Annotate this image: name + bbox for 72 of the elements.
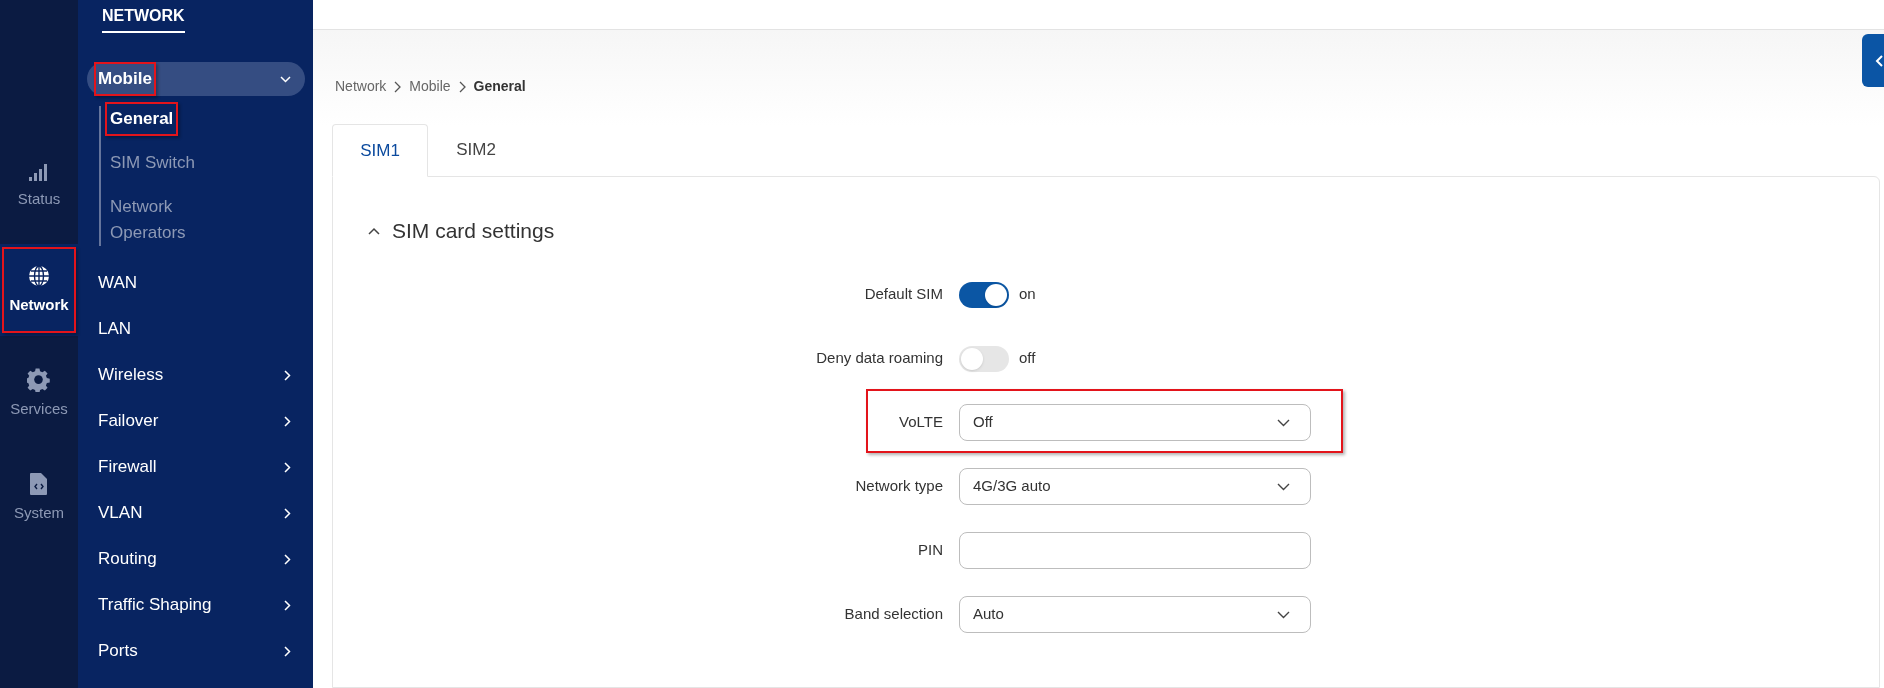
nav-item-label: Wireless [98, 364, 164, 387]
nav-section-title: NETWORK [102, 4, 185, 33]
toggle-switch[interactable] [959, 281, 1009, 308]
chevron-down-icon [1277, 482, 1290, 491]
nav-subitem[interactable]: General [110, 106, 174, 132]
chevron-right-icon [284, 507, 291, 519]
chevron-down-icon [1277, 418, 1290, 427]
nav-item[interactable]: WAN [87, 266, 305, 300]
tab[interactable]: SIM2 [428, 123, 524, 176]
field-label: PIN [917, 540, 944, 561]
rail-item[interactable]: Services [0, 348, 78, 440]
field-label: Default SIM [863, 284, 944, 305]
nav-item[interactable]: Routing [87, 542, 305, 576]
input-field[interactable] [959, 532, 1311, 569]
signal-bars-icon [28, 161, 50, 182]
breadcrumb-current: General [473, 77, 526, 96]
toggle-switch[interactable] [959, 345, 1009, 372]
chevron-left-icon [1875, 54, 1883, 67]
chevron-right-icon [284, 415, 291, 427]
chevron-right-icon [284, 369, 291, 381]
chevron-right-icon [284, 553, 291, 565]
nav-item-label: Routing [98, 548, 157, 571]
chevron-down-icon [1277, 610, 1290, 619]
field-label: Network type [854, 476, 944, 497]
toggle-state-text: off [1019, 348, 1036, 369]
rail-item-label: Status [17, 188, 61, 209]
chevron-right-icon [458, 80, 466, 93]
chevron-down-icon [280, 75, 291, 83]
nav-item-label: Traffic Shaping [98, 594, 212, 617]
nav-item-label: Firewall [98, 456, 157, 479]
chevron-right-icon [284, 599, 291, 611]
tab[interactable]: SIM1 [332, 124, 428, 177]
nav-item-label: Mobile [98, 68, 152, 91]
field-label: Deny data roaming [815, 348, 944, 369]
dropdown-field[interactable]: Auto [959, 596, 1311, 633]
field-label: VoLTE [898, 412, 944, 433]
toggle-state-text: on [1019, 284, 1036, 305]
nav-item[interactable]: Wireless [87, 358, 305, 392]
nav-item[interactable]: LAN [87, 312, 305, 346]
breadcrumb-link[interactable]: Mobile [409, 76, 451, 97]
nav-item-label: Failover [98, 410, 159, 433]
globe-icon [27, 263, 51, 288]
rail-item-label: Network [9, 294, 69, 315]
nav-item-label: VLAN [98, 502, 143, 525]
breadcrumb-link[interactable]: Network [335, 76, 387, 97]
rail-item-label: Services [10, 398, 68, 419]
nav-subitem[interactable]: Network Operators [110, 194, 220, 246]
section-title: SIM card settings [392, 218, 555, 244]
file-code-icon [29, 471, 49, 496]
gear-icon [27, 367, 51, 392]
collapse-panel-button[interactable] [1862, 34, 1884, 87]
chevron-right-icon [284, 645, 291, 657]
nav-item[interactable]: Traffic Shaping [87, 588, 305, 622]
nav-item-label: Ports [98, 640, 138, 663]
dropdown-field[interactable]: 4G/3G auto [959, 468, 1311, 505]
nav-item-label: WAN [98, 272, 138, 295]
nav-item[interactable]: Ports [87, 634, 305, 668]
nav-item[interactable]: VLAN [87, 496, 305, 530]
nav-item[interactable]: Firewall [87, 450, 305, 484]
nav-subitem[interactable]: SIM Switch [110, 150, 196, 176]
rail-item[interactable]: System [0, 452, 78, 544]
chevron-right-icon [394, 80, 402, 93]
chevron-up-icon[interactable] [368, 226, 380, 235]
nav-item-label: LAN [98, 318, 132, 341]
dropdown-field[interactable]: Off [959, 404, 1311, 441]
rail-item[interactable]: Network [0, 244, 78, 336]
nav-item[interactable]: Failover [87, 404, 305, 438]
nav-item[interactable]: Mobile [87, 62, 305, 96]
rail-item[interactable]: Status [0, 140, 78, 232]
chevron-right-icon [284, 461, 291, 473]
rail-item-label: System [14, 502, 64, 523]
field-label: Band selection [843, 604, 944, 625]
